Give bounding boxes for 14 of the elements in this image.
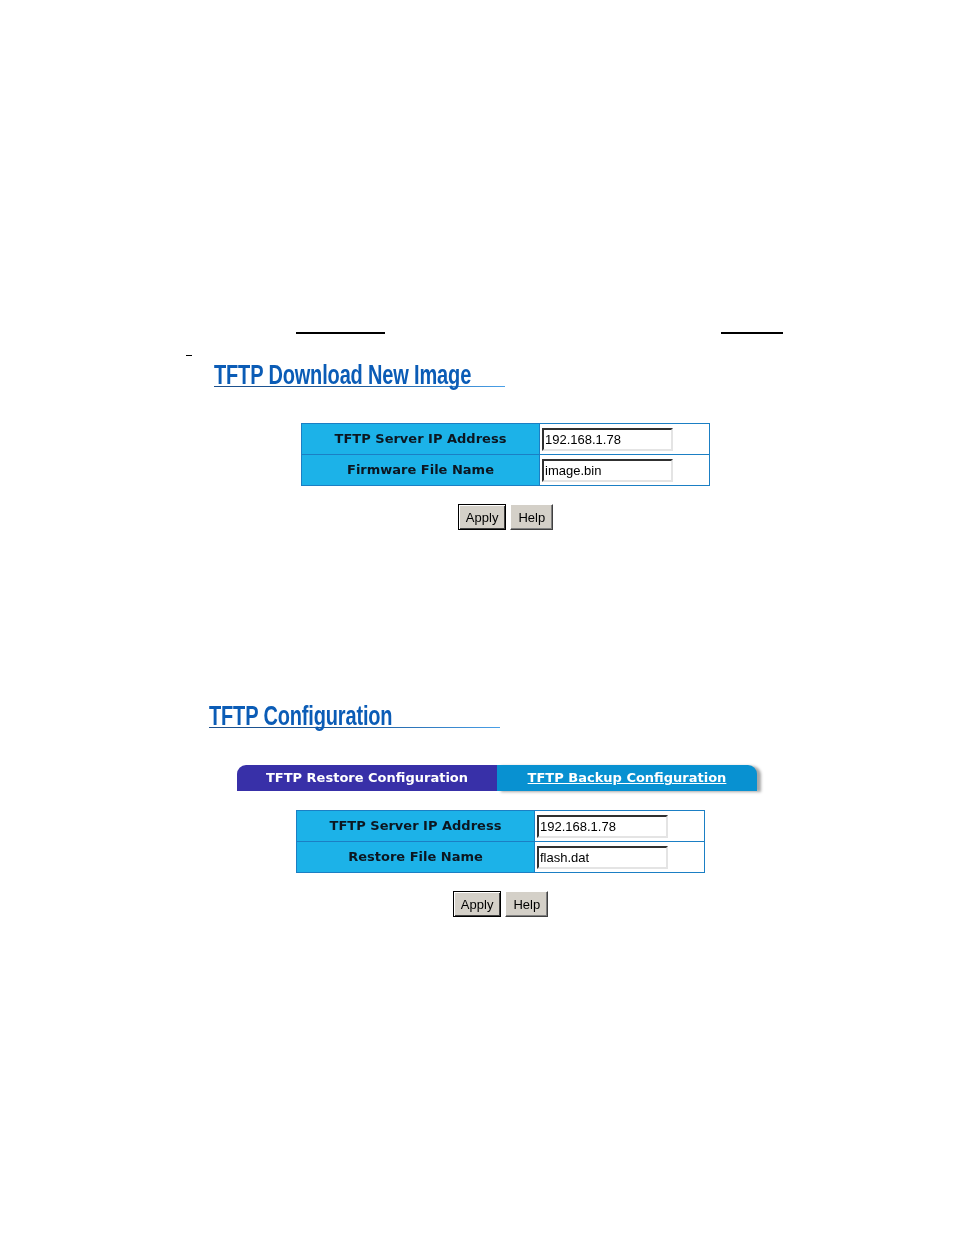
button[interactable]: Apply	[457, 504, 507, 530]
tab[interactable]: TFTP Restore Configuration	[237, 765, 497, 791]
field-label: TFTP Server IP Address	[296, 810, 535, 842]
input-field[interactable]: 192.168.1.78	[542, 427, 673, 451]
input-field[interactable]: 192.168.1.78	[537, 814, 668, 838]
button[interactable]: Help	[505, 891, 549, 917]
button[interactable]: Apply	[452, 891, 502, 917]
input-field[interactable]: flash.dat	[537, 845, 668, 869]
field-label: Restore File Name	[296, 841, 535, 873]
field-label: TFTP Server IP Address	[301, 423, 540, 455]
button[interactable]: Help	[510, 504, 554, 530]
field-label: Firmware File Name	[301, 454, 540, 486]
tab[interactable]: TFTP Backup Configuration	[497, 765, 757, 791]
input-field[interactable]: image.bin	[542, 458, 673, 482]
